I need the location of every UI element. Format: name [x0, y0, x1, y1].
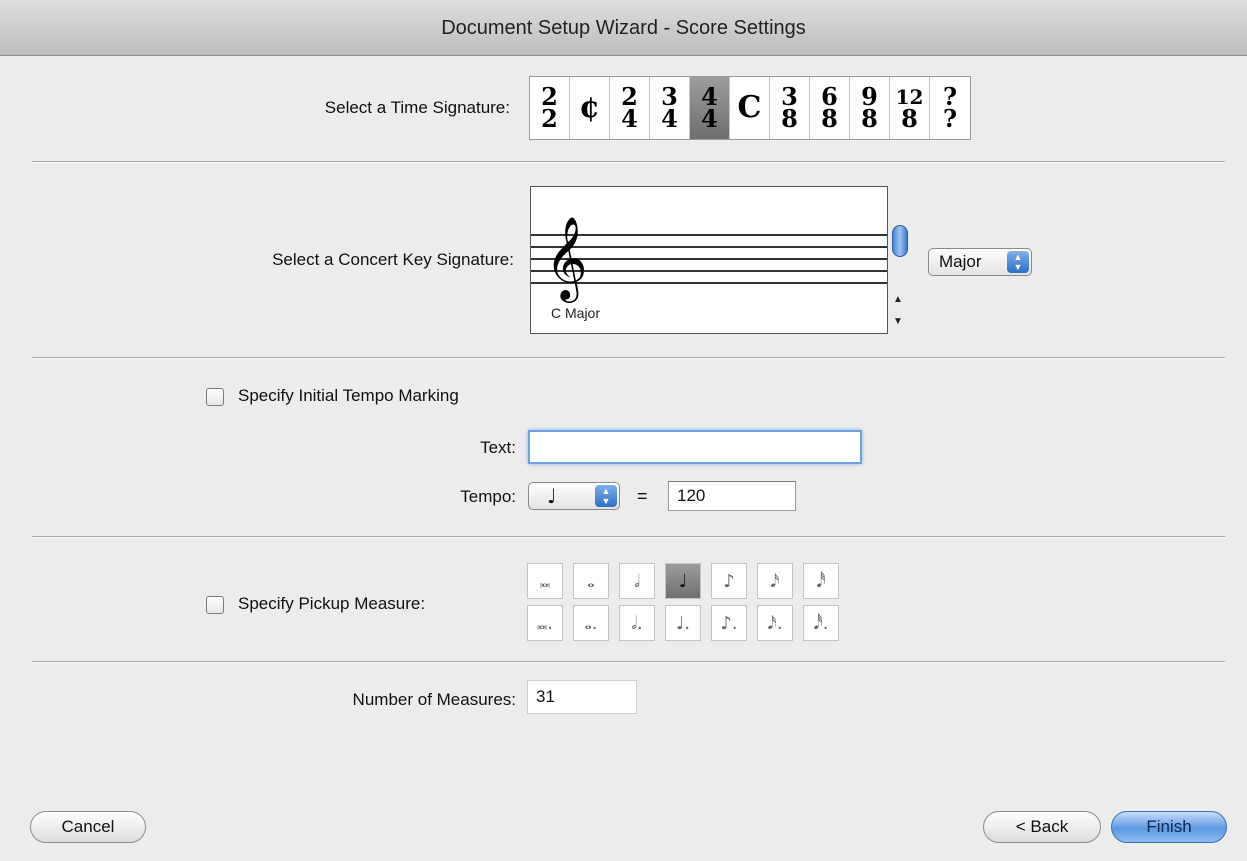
sixteenth-note-icon[interactable]: 𝅘𝅥𝅯 [757, 563, 793, 599]
whole-note-icon[interactable]: 𝅝 [573, 563, 609, 599]
time-signature-symbol: C [737, 90, 762, 125]
tempo-value-label: Tempo: [460, 487, 516, 506]
key-scroll-thumb[interactable] [892, 225, 908, 257]
equals-sign: = [637, 486, 648, 506]
time-signature-symbol: ¢ [579, 90, 600, 125]
time-signature-denominator: 8 [901, 104, 918, 133]
time-signature-denominator: 4 [661, 104, 678, 133]
key-signature-staff[interactable]: 𝄞 C Major [530, 186, 888, 334]
half-note-icon[interactable]: 𝅗𝅥 [619, 563, 655, 599]
scroll-up-icon[interactable]: ▲ [893, 294, 903, 305]
quarter-note-icon: ♩ [547, 484, 557, 508]
time-signature-option[interactable]: 98 [850, 77, 890, 139]
tempo-bpm-input[interactable] [668, 481, 796, 511]
time-signature-denominator: 2 [541, 104, 558, 133]
tempo-text-label: Text: [480, 438, 516, 457]
measures-label: Number of Measures: [352, 690, 516, 709]
time-signature-denominator: 4 [621, 104, 638, 133]
time-signature-denominator: 8 [861, 104, 878, 133]
popup-arrows-icon: ▲ ▼ [595, 485, 617, 507]
time-signature-strip: 2 2 ¢ 2 4 3 4 4 4 C 3 8 6 8 9 8 12 8?? [529, 76, 971, 140]
key-signature-label: Select a Concert Key Signature: [272, 250, 514, 269]
time-signature-denominator: 4 [701, 104, 718, 133]
dotted-thirty-second-note-icon[interactable]: 𝅘𝅥𝅰. [803, 605, 839, 641]
tempo-checkbox[interactable] [206, 388, 224, 406]
mode-popup[interactable]: Major ▲ ▼ [928, 248, 1032, 276]
time-signature-denominator: ? [942, 104, 958, 133]
eighth-note-icon[interactable]: ♪ [711, 563, 747, 599]
finish-button[interactable]: Finish [1111, 811, 1227, 843]
divider [32, 536, 1225, 537]
dotted-sixteenth-note-icon[interactable]: 𝅘𝅥𝅯. [757, 605, 793, 641]
mode-popup-value: Major [939, 252, 982, 271]
tempo-note-popup[interactable]: ♩ ▲ ▼ [528, 482, 620, 510]
pickup-row: 𝅜 𝅝 𝅗𝅥 ♩ ♪ 𝅘𝅥𝅯 𝅘𝅥𝅰 [527, 563, 849, 599]
divider [32, 161, 1225, 162]
back-button[interactable]: < Back [983, 811, 1101, 843]
scroll-down-icon[interactable]: ▼ [893, 316, 903, 327]
popup-arrows-icon: ▲ ▼ [1007, 251, 1029, 273]
time-signature-option[interactable]: ?? [930, 77, 970, 139]
tempo-text-input[interactable] [528, 430, 862, 464]
treble-clef-icon: 𝄞 [545, 215, 588, 299]
time-signature-option[interactable]: C [730, 77, 770, 139]
time-signature-option[interactable]: ¢ [570, 77, 610, 139]
dotted-eighth-note-icon[interactable]: ♪. [711, 605, 747, 641]
time-signature-option[interactable]: 34 [650, 77, 690, 139]
time-signature-option[interactable]: 44 [690, 77, 730, 139]
measures-input[interactable] [527, 680, 637, 714]
dotted-double-whole-note-icon[interactable]: 𝅜. [527, 605, 563, 641]
pickup-checkbox-label[interactable]: Specify Pickup Measure: [238, 594, 425, 614]
time-signature-label: Select a Time Signature: [324, 98, 510, 117]
key-scrollbar[interactable] [888, 186, 910, 334]
quarter-note-icon[interactable]: ♩ [665, 563, 701, 599]
divider [32, 661, 1225, 662]
window-title: Document Setup Wizard - Score Settings [0, 0, 1247, 56]
time-signature-denominator: 8 [821, 104, 838, 133]
pickup-row: 𝅜. 𝅝. 𝅗𝅥. ♩. ♪. 𝅘𝅥𝅯. 𝅘𝅥𝅰. [527, 605, 849, 641]
pickup-checkbox[interactable] [206, 596, 224, 614]
time-signature-denominator: 8 [781, 104, 798, 133]
tempo-checkbox-label[interactable]: Specify Initial Tempo Marking [238, 386, 459, 406]
time-signature-option[interactable]: 38 [770, 77, 810, 139]
key-name: C Major [551, 305, 601, 321]
time-signature-option[interactable]: 12 8 [890, 77, 930, 139]
cancel-button[interactable]: Cancel [30, 811, 146, 843]
dotted-half-note-icon[interactable]: 𝅗𝅥. [619, 605, 655, 641]
double-whole-note-icon[interactable]: 𝅜 [527, 563, 563, 599]
time-signature-option[interactable]: 22 [530, 77, 570, 139]
divider [32, 357, 1225, 358]
dotted-whole-note-icon[interactable]: 𝅝. [573, 605, 609, 641]
dotted-quarter-note-icon[interactable]: ♩. [665, 605, 701, 641]
pickup-duration-grid: 𝅜 𝅝 𝅗𝅥 ♩ ♪ 𝅘𝅥𝅯 𝅘𝅥𝅰 𝅜. 𝅝. 𝅗𝅥. ♩. ♪. 𝅘𝅥𝅯. 𝅘𝅥𝅰. [527, 563, 849, 647]
time-signature-option[interactable]: 24 [610, 77, 650, 139]
time-signature-option[interactable]: 68 [810, 77, 850, 139]
thirty-second-note-icon[interactable]: 𝅘𝅥𝅰 [803, 563, 839, 599]
